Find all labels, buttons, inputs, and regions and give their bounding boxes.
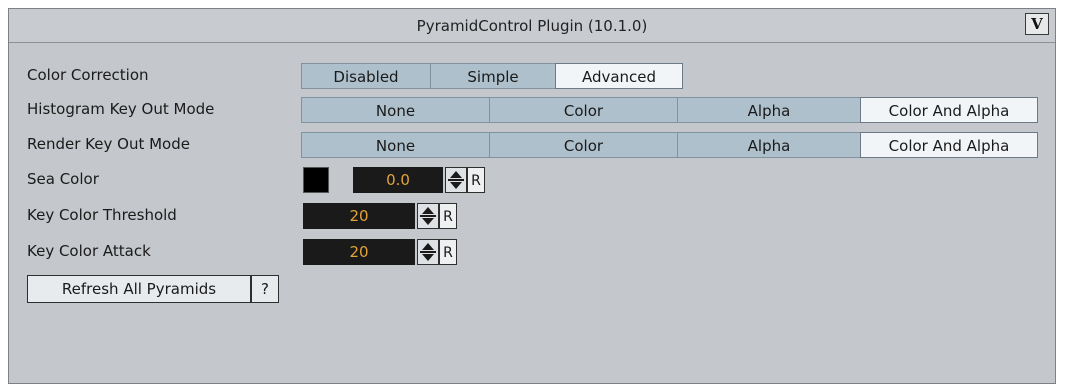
render-key-out-mode-label: Render Key Out Mode — [27, 135, 190, 153]
key-color-threshold-reset-button[interactable]: R — [439, 203, 457, 229]
key-color-attack-field[interactable]: 20 — [303, 239, 415, 265]
color-correction-label: Color Correction — [27, 66, 149, 84]
sea-color-swatch[interactable] — [303, 167, 329, 193]
key-color-attack-label: Key Color Attack — [27, 242, 151, 260]
key-color-threshold-spinner-icon[interactable] — [417, 203, 439, 229]
plugin-panel: PyramidControl Plugin (10.1.0) V Color C… — [8, 8, 1056, 384]
sea-color-reset-button[interactable]: R — [467, 167, 485, 193]
color-correction-simple[interactable]: Simple — [430, 63, 556, 89]
color-correction-advanced[interactable]: Advanced — [555, 63, 683, 89]
sea-color-value-field[interactable]: 0.0 — [353, 167, 443, 193]
histogram-key-out-mode-label: Histogram Key Out Mode — [27, 100, 215, 118]
color-correction-disabled[interactable]: Disabled — [301, 63, 431, 89]
histogram-mode-color[interactable]: Color — [489, 97, 678, 123]
refresh-all-pyramids-button[interactable]: Refresh All Pyramids — [27, 275, 251, 303]
sea-color-spinner-icon[interactable] — [445, 167, 467, 193]
panel-title: PyramidControl Plugin (10.1.0) — [416, 17, 648, 35]
histogram-mode-none[interactable]: None — [301, 97, 490, 123]
render-mode-none[interactable]: None — [301, 132, 490, 158]
key-color-attack-spinner-icon[interactable] — [417, 239, 439, 265]
sea-color-label: Sea Color — [27, 170, 99, 188]
histogram-mode-alpha[interactable]: Alpha — [677, 97, 861, 123]
render-mode-alpha[interactable]: Alpha — [677, 132, 861, 158]
title-bar: PyramidControl Plugin (10.1.0) V — [9, 9, 1055, 43]
histogram-mode-color-and-alpha[interactable]: Color And Alpha — [860, 97, 1038, 123]
render-mode-color[interactable]: Color — [489, 132, 678, 158]
key-color-threshold-label: Key Color Threshold — [27, 206, 177, 224]
key-color-attack-reset-button[interactable]: R — [439, 239, 457, 265]
viz-logo-icon[interactable]: V — [1025, 13, 1049, 35]
render-mode-color-and-alpha[interactable]: Color And Alpha — [860, 132, 1038, 158]
key-color-threshold-field[interactable]: 20 — [303, 203, 415, 229]
help-button[interactable]: ? — [251, 275, 279, 303]
